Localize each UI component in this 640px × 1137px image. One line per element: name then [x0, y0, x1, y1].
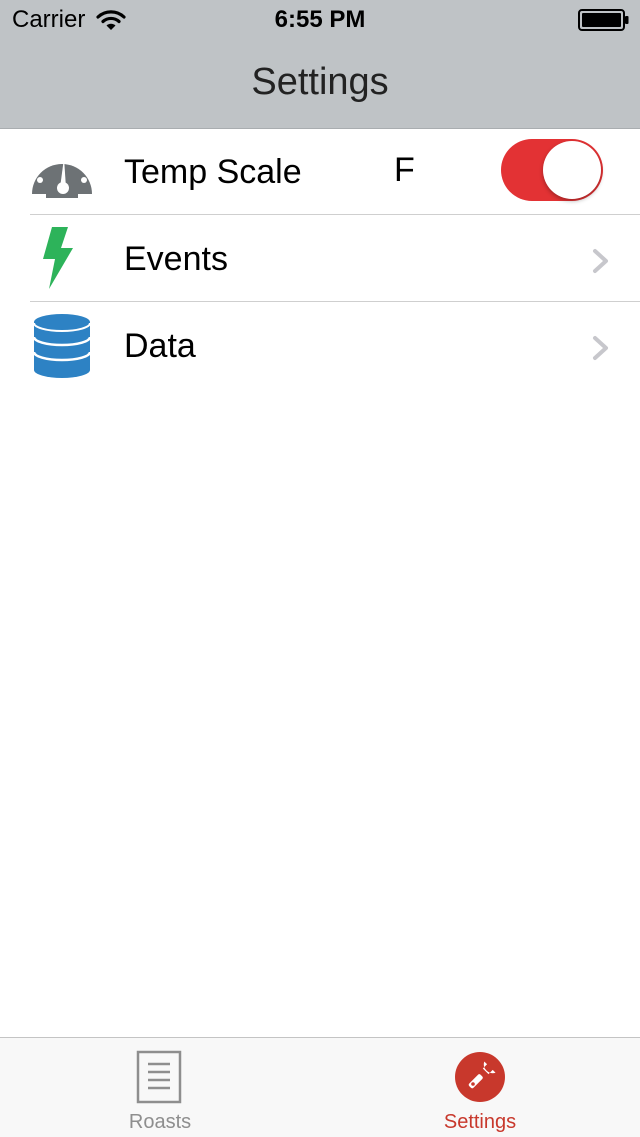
lightning-bolt-icon: [43, 227, 73, 289]
tab-settings[interactable]: Settings: [320, 1038, 640, 1137]
tab-bar: Roasts Settings: [0, 1037, 640, 1137]
data-row[interactable]: Data: [0, 302, 640, 389]
wrench-icon: [455, 1052, 505, 1102]
tab-roasts[interactable]: Roasts: [0, 1038, 320, 1137]
chevron-right-icon: [593, 249, 608, 273]
tab-roasts-label: Roasts: [128, 1111, 192, 1133]
data-label: Data: [124, 327, 196, 365]
tab-settings-label: Settings: [443, 1111, 517, 1133]
events-label: Events: [124, 240, 228, 278]
toggle-knob: [543, 141, 601, 199]
chevron-right-icon: [593, 336, 608, 360]
temp-scale-value: F: [394, 151, 415, 189]
status-time: 6:55 PM: [274, 6, 366, 33]
gauge-icon: [32, 152, 92, 198]
settings-list: Temp Scale F Events Data: [0, 128, 640, 389]
database-icon: [32, 314, 92, 378]
battery-icon: [578, 9, 629, 31]
events-row[interactable]: Events: [0, 215, 640, 302]
navigation-header: Carrier 6:55 PM Settings: [0, 0, 640, 129]
status-bar: Carrier 6:55 PM: [0, 0, 640, 40]
temp-scale-toggle[interactable]: [501, 139, 603, 201]
temp-scale-row: Temp Scale F: [0, 128, 640, 215]
document-icon: [136, 1050, 182, 1104]
temp-scale-label: Temp Scale: [124, 153, 302, 191]
page-title: Settings: [251, 61, 389, 103]
